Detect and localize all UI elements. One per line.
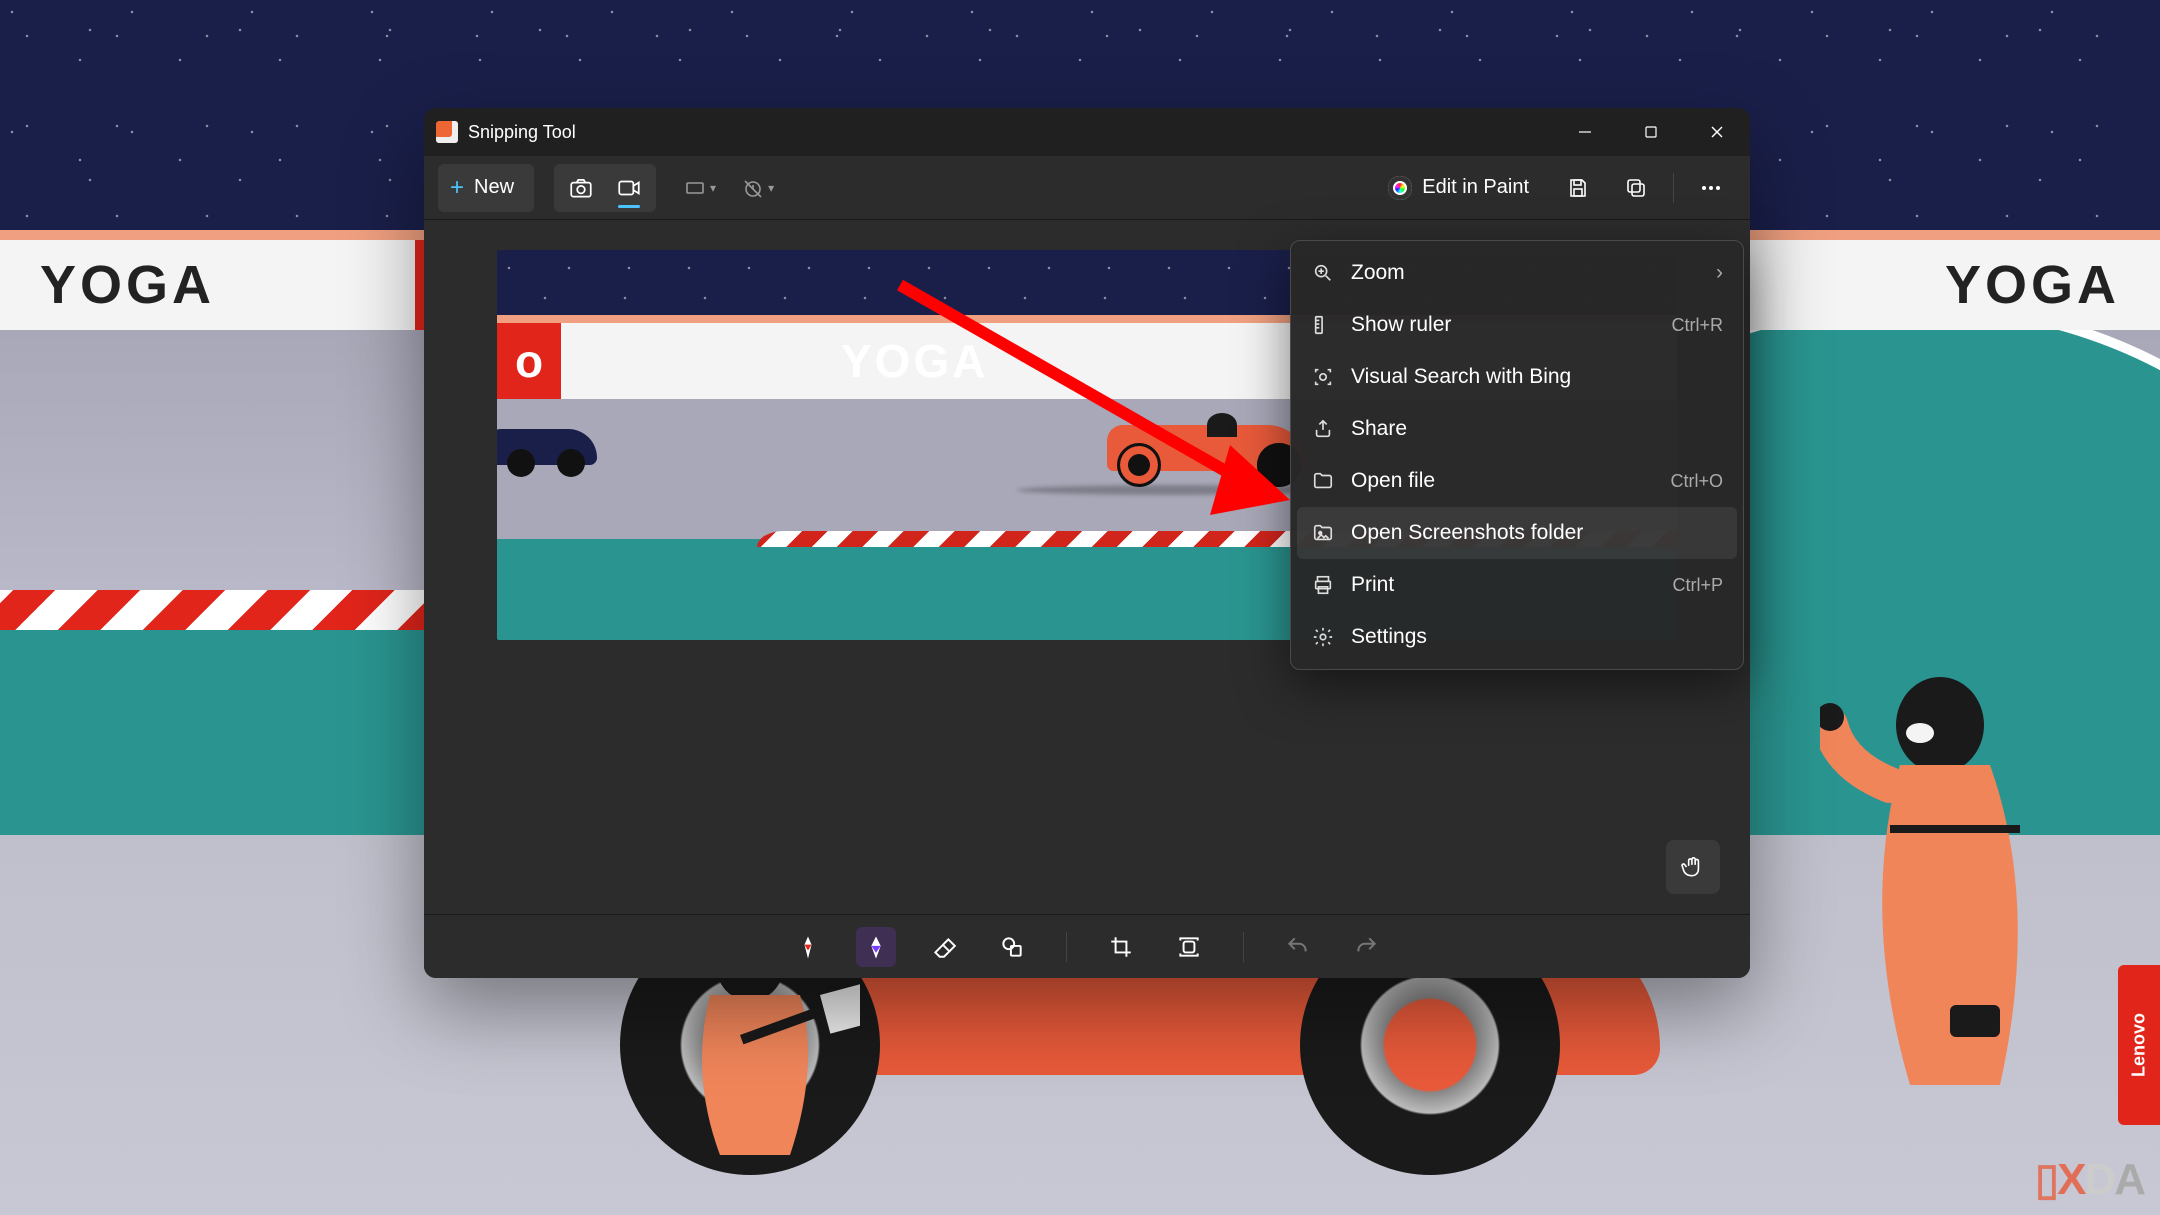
snip-shape-dropdown[interactable]: ▾	[674, 164, 724, 212]
menu-label: Zoom	[1351, 261, 1700, 285]
wallpaper-yoga-right: YOGA	[1945, 254, 2120, 316]
toolbar-separator	[1066, 932, 1067, 962]
zoom-icon	[1311, 261, 1335, 285]
chevron-down-icon: ▾	[768, 181, 774, 195]
undo-button[interactable]	[1278, 927, 1318, 967]
app-icon	[436, 121, 458, 143]
redo-button[interactable]	[1346, 927, 1386, 967]
menu-label: Open Screenshots folder	[1351, 521, 1723, 545]
menu-shortcut: Ctrl+P	[1672, 575, 1723, 596]
menu-shortcut: Ctrl+O	[1670, 471, 1723, 492]
ruler-icon	[1311, 313, 1335, 337]
menu-visual-search[interactable]: Visual Search with Bing	[1297, 351, 1737, 403]
chevron-right-icon: ›	[1716, 261, 1723, 285]
menu-label: Show ruler	[1351, 313, 1655, 337]
caption-buttons	[1552, 108, 1750, 156]
lenovo-tag: Lenovo	[2118, 965, 2160, 1125]
camera-icon	[568, 175, 594, 201]
eraser-button[interactable]	[924, 927, 964, 967]
menu-shortcut: Ctrl+R	[1671, 315, 1723, 336]
more-options-menu: Zoom › Show ruler Ctrl+R Visual Search w…	[1290, 240, 1744, 670]
menu-label: Share	[1351, 417, 1723, 441]
photo-mode-button[interactable]	[558, 166, 604, 210]
ballpoint-pen-button[interactable]	[788, 927, 828, 967]
bottom-toolbar	[424, 914, 1750, 978]
preview-red-car	[1107, 425, 1307, 471]
chevron-down-icon: ▾	[710, 181, 716, 195]
print-icon	[1311, 573, 1335, 597]
toolbar-separator	[1673, 173, 1674, 203]
capture-mode-group	[554, 164, 656, 212]
xda-watermark: ▯XDA	[2035, 1154, 2144, 1205]
shapes-button[interactable]	[992, 927, 1032, 967]
more-icon	[1698, 175, 1724, 201]
more-options-button[interactable]	[1686, 164, 1736, 212]
crop-button[interactable]	[1101, 927, 1141, 967]
video-mode-button[interactable]	[606, 166, 652, 210]
wallpaper-pitcrew-standing	[1820, 665, 2100, 1125]
rectangle-icon	[682, 175, 708, 201]
menu-settings[interactable]: Settings	[1297, 611, 1737, 663]
video-icon	[616, 175, 642, 201]
menu-open-screenshots-folder[interactable]: Open Screenshots folder	[1297, 507, 1737, 559]
menu-label: Visual Search with Bing	[1351, 365, 1723, 389]
preview-blue-car	[497, 429, 597, 465]
menu-show-ruler[interactable]: Show ruler Ctrl+R	[1297, 299, 1737, 351]
preview-lenovo-fragment: o	[497, 323, 561, 399]
touch-writing-button[interactable]	[1666, 840, 1720, 894]
menu-open-file[interactable]: Open file Ctrl+O	[1297, 455, 1737, 507]
share-icon	[1311, 417, 1335, 441]
preview-yoga-text: YOGA	[841, 334, 988, 388]
gear-icon	[1311, 625, 1335, 649]
window-title: Snipping Tool	[468, 122, 576, 143]
menu-zoom[interactable]: Zoom ›	[1297, 247, 1737, 299]
menu-print[interactable]: Print Ctrl+P	[1297, 559, 1737, 611]
save-button[interactable]	[1553, 164, 1603, 212]
hand-icon	[1680, 854, 1706, 880]
menu-label: Print	[1351, 573, 1656, 597]
edit-in-paint-label: Edit in Paint	[1422, 176, 1529, 199]
timer-off-icon	[740, 175, 766, 201]
titlebar[interactable]: Snipping Tool	[424, 108, 1750, 156]
delay-dropdown[interactable]: ▾	[732, 164, 782, 212]
folder-icon	[1311, 469, 1335, 493]
menu-share[interactable]: Share	[1297, 403, 1737, 455]
lens-search-icon	[1311, 365, 1335, 389]
copy-icon	[1623, 175, 1649, 201]
folder-image-icon	[1311, 521, 1335, 545]
copy-button[interactable]	[1611, 164, 1661, 212]
text-actions-button[interactable]	[1169, 927, 1209, 967]
menu-label: Settings	[1351, 625, 1723, 649]
minimize-button[interactable]	[1552, 108, 1618, 156]
wallpaper-yoga-left: YOGA	[40, 254, 215, 316]
toolbar: + New ▾ ▾	[424, 156, 1750, 220]
close-button[interactable]	[1684, 108, 1750, 156]
plus-icon: +	[450, 174, 464, 202]
save-icon	[1565, 175, 1591, 201]
toolbar-separator	[1243, 932, 1244, 962]
paint-palette-icon	[1388, 176, 1412, 200]
new-label: New	[474, 176, 514, 199]
menu-label: Open file	[1351, 469, 1654, 493]
edit-in-paint-button[interactable]: Edit in Paint	[1372, 164, 1545, 212]
new-snip-button[interactable]: + New	[438, 164, 534, 212]
highlighter-button[interactable]	[856, 927, 896, 967]
maximize-button[interactable]	[1618, 108, 1684, 156]
